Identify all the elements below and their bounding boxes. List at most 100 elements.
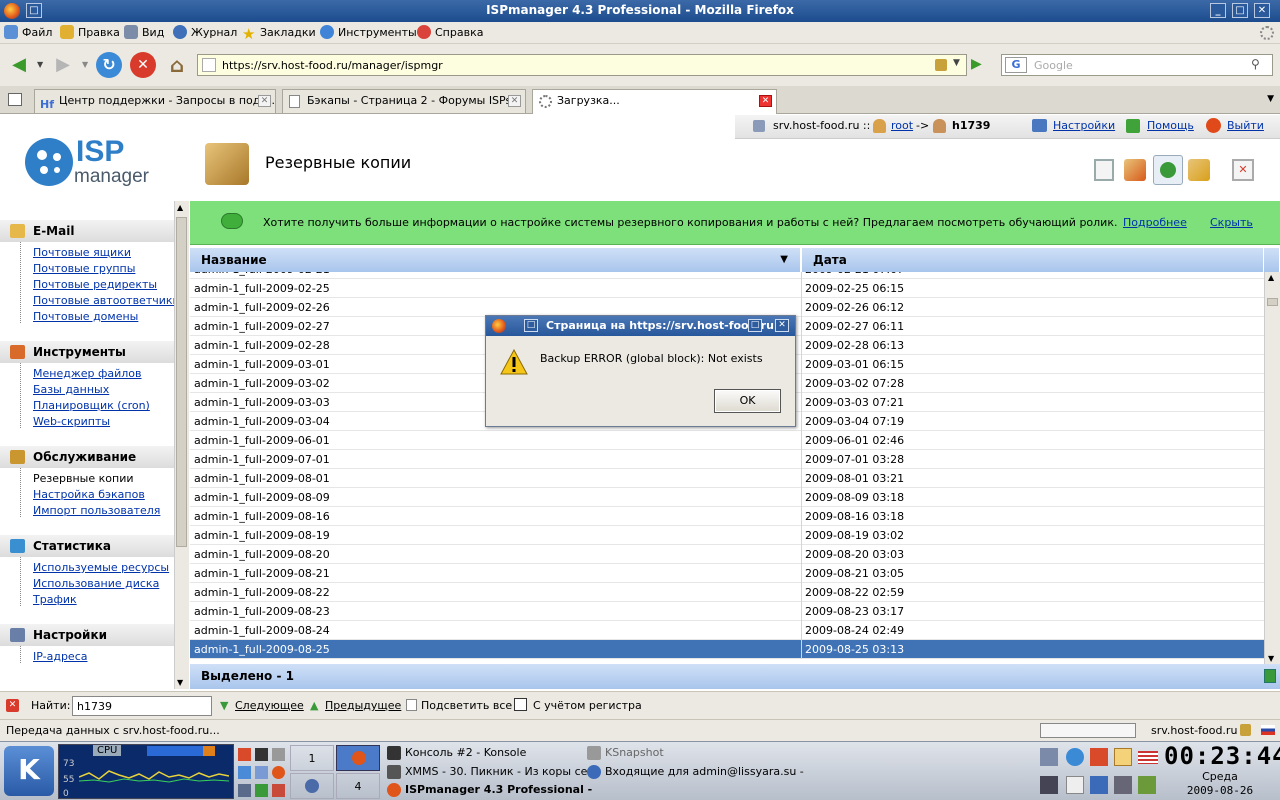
tab-support[interactable]: Hf Центр поддержки - Запросы в подд... ✕: [34, 89, 276, 113]
back-dropdown-icon[interactable]: ▼: [37, 60, 43, 69]
sidebar-item[interactable]: Базы данных: [33, 382, 174, 398]
tab-close-icon[interactable]: ✕: [258, 95, 271, 107]
table-row[interactable]: admin-1_full-2009-08-01 2009-08-01 03:21: [190, 469, 1264, 488]
tools-icon[interactable]: [238, 766, 251, 779]
url-text[interactable]: https://srv.host-food.ru/manager/ispmgr: [222, 59, 443, 72]
forward-button[interactable]: ▶: [50, 52, 76, 78]
sidebar-section-header[interactable]: E-Mail: [0, 220, 174, 242]
banner-hide-link[interactable]: Скрыть: [1210, 216, 1253, 229]
url-dropdown-icon[interactable]: ▼: [953, 58, 960, 68]
scroll-up-icon[interactable]: ▲: [177, 203, 183, 212]
desktop-1[interactable]: 1: [290, 745, 334, 771]
tab-loading[interactable]: Загрузка... ✕: [532, 89, 777, 114]
table-row[interactable]: admin-1_full-2009-08-21 2009-08-21 03:05: [190, 564, 1264, 583]
firefox-icon[interactable]: [272, 766, 285, 779]
k-icon[interactable]: [1114, 748, 1132, 766]
export-icon[interactable]: [1264, 669, 1276, 683]
mail-icon[interactable]: [1090, 776, 1108, 794]
table-scrollbar[interactable]: ▲ ▼: [1264, 272, 1280, 664]
battery-icon[interactable]: [1090, 748, 1108, 766]
back-button[interactable]: ◀: [6, 52, 32, 78]
dialog-maximize-button[interactable]: □: [748, 319, 762, 332]
table-row[interactable]: admin-1_full-2009-06-01 2009-06-01 02:46: [190, 431, 1264, 450]
scroll-thumb[interactable]: [176, 217, 187, 547]
dialog-menu-button[interactable]: □: [524, 319, 538, 332]
sidebar-section-header[interactable]: Обслуживание: [0, 446, 174, 468]
match-case-checkbox[interactable]: [514, 698, 527, 711]
url-bar[interactable]: https://srv.host-food.ru/manager/ispmgr …: [197, 54, 967, 76]
column-settings-icon[interactable]: [1264, 248, 1280, 272]
ok-button[interactable]: OK: [714, 389, 781, 413]
help-link[interactable]: Помощь: [1147, 115, 1194, 137]
search-input[interactable]: G Google ⚲: [1001, 54, 1273, 76]
logout-link[interactable]: Выйти: [1227, 115, 1264, 137]
monitor-icon[interactable]: [1114, 776, 1132, 794]
table-row[interactable]: admin-1_full-2009-08-20 2009-08-20 03:03: [190, 545, 1264, 564]
home-folder-icon[interactable]: [238, 748, 251, 761]
table-row[interactable]: admin-1_full-2009-08-25 2009-08-25 03:13: [190, 640, 1264, 659]
minimize-button[interactable]: _: [1210, 3, 1226, 18]
upload-icon[interactable]: [1188, 159, 1210, 181]
plugin-icon[interactable]: [1138, 776, 1156, 794]
menu-tools[interactable]: Инструменты: [320, 25, 417, 41]
table-row[interactable]: admin-1_full-2009-02-25 2009-02-25 06:15: [190, 279, 1264, 298]
stop-button[interactable]: ✕: [130, 52, 156, 78]
maximize-button[interactable]: □: [1232, 3, 1248, 18]
find-previous-button[interactable]: ▲ Предыдущее: [310, 699, 401, 712]
menu-edit[interactable]: Правка: [60, 25, 120, 41]
table-row[interactable]: admin-1_full-2009-08-24 2009-08-24 02:49: [190, 621, 1264, 640]
forward-dropdown-icon[interactable]: ▼: [82, 60, 88, 69]
sidebar-item[interactable]: Настройка бэкапов: [33, 487, 174, 503]
sidebar-item[interactable]: IP-адреса: [33, 649, 174, 665]
globe-icon[interactable]: [1066, 748, 1084, 766]
find-close-icon[interactable]: ✕: [6, 699, 19, 712]
sidebar-item[interactable]: Почтовые ящики: [33, 245, 174, 261]
reload-button[interactable]: ↻: [96, 52, 122, 78]
menu-bookmarks[interactable]: ★ Закладки: [242, 25, 316, 42]
editor-icon[interactable]: [255, 784, 268, 797]
scroll-down-icon[interactable]: ▼: [177, 678, 183, 687]
go-button[interactable]: ▶: [971, 56, 989, 74]
menu-view[interactable]: Вид: [124, 25, 164, 41]
table-row[interactable]: admin-1_full-2009-08-23 2009-08-23 03:17: [190, 602, 1264, 621]
task-konsole[interactable]: Консоль #2 - Konsole: [385, 744, 526, 762]
sidebar-item[interactable]: Трафик: [33, 592, 174, 608]
column-header-date[interactable]: Дата: [802, 248, 1264, 272]
table-row[interactable]: admin-1_full-2009-02-21 2009-02-21 07:07: [190, 272, 1264, 279]
column-header-name[interactable]: Название ▼: [190, 248, 801, 272]
table-row[interactable]: admin-1_full-2009-08-16 2009-08-16 03:18: [190, 507, 1264, 526]
us-flag-icon[interactable]: [1138, 751, 1158, 764]
network-icon[interactable]: [1040, 748, 1058, 766]
clipboard-icon[interactable]: [1066, 776, 1084, 794]
terminal-icon[interactable]: [255, 748, 268, 761]
tab-backups-forum[interactable]: Бэкапы - Страница 2 - Форумы ISPs... ✕: [282, 89, 526, 113]
home-button[interactable]: ⌂: [164, 52, 190, 78]
sidebar-section-header[interactable]: Статистика: [0, 535, 174, 557]
list-icon[interactable]: [1094, 159, 1114, 181]
sidebar-item[interactable]: Планировщик (cron): [33, 398, 174, 414]
sidebar-item[interactable]: Почтовые домены: [33, 309, 174, 325]
highlight-all-button[interactable]: Подсветить все: [406, 699, 512, 712]
office-icon[interactable]: [272, 784, 285, 797]
sidebar-item[interactable]: Почтовые автоответчики: [33, 293, 174, 309]
sidebar-item[interactable]: Импорт пользователя: [33, 503, 174, 519]
kde-menu-button[interactable]: K: [4, 746, 54, 796]
find-next-button[interactable]: ▼ Следующее: [220, 699, 304, 712]
sidebar-item[interactable]: Резервные копии: [33, 471, 174, 487]
new-tab-icon[interactable]: [8, 93, 22, 106]
dialog-close-button[interactable]: ✕: [775, 319, 789, 332]
sidebar-scrollbar[interactable]: ▲ ▼: [174, 201, 189, 689]
delete-icon[interactable]: ✕: [1232, 159, 1254, 181]
tab-close-icon[interactable]: ✕: [759, 95, 772, 107]
desktop-4[interactable]: 4: [336, 773, 380, 799]
table-row[interactable]: admin-1_full-2009-08-19 2009-08-19 03:02: [190, 526, 1264, 545]
sidebar-item[interactable]: Использование диска: [33, 576, 174, 592]
table-row[interactable]: admin-1_full-2009-08-22 2009-08-22 02:59: [190, 583, 1264, 602]
restore-icon[interactable]: [1124, 159, 1146, 181]
printer-icon[interactable]: [272, 748, 285, 761]
drive-icon[interactable]: [238, 784, 251, 797]
task-ksnapshot[interactable]: KSnapshot: [585, 744, 664, 762]
sidebar-item[interactable]: Почтовые группы: [33, 261, 174, 277]
window-menu-button[interactable]: □: [26, 3, 42, 18]
sidebar-section-header[interactable]: Настройки: [0, 624, 174, 646]
